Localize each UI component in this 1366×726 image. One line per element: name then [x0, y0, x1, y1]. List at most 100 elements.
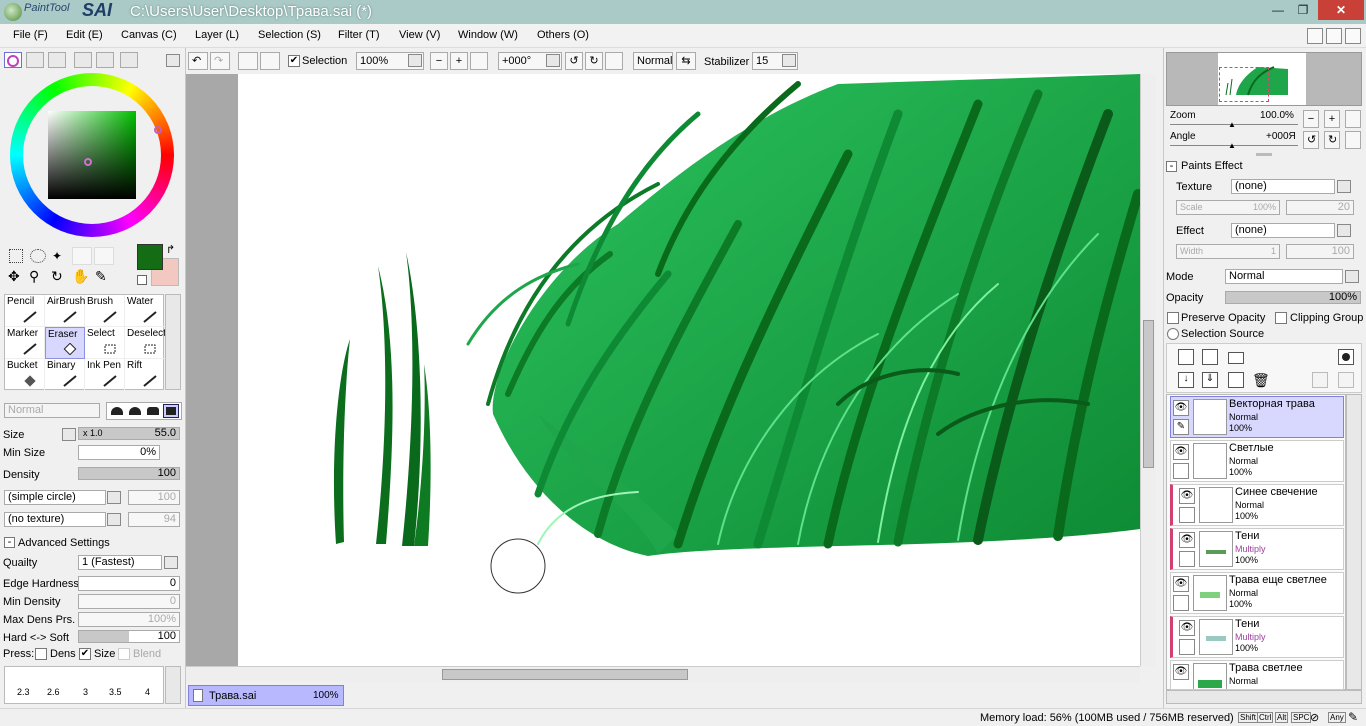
menu-edit[interactable]: Edit (E) [66, 29, 103, 41]
lasso-select-icon[interactable] [30, 249, 46, 263]
panel-dropdown-icon[interactable] [166, 54, 180, 67]
rotate-right-icon[interactable]: ↻ [585, 52, 603, 70]
layer-lock-slot[interactable] [1179, 507, 1195, 523]
max-dens-prs-field[interactable]: 100% [78, 612, 180, 627]
panel-splitter[interactable] [1256, 153, 1272, 156]
rotate-icon[interactable]: ↻ [51, 268, 63, 285]
color-wheel-tab-icon[interactable] [4, 52, 22, 68]
palette-tab-icon[interactable] [96, 52, 114, 68]
layer-lock-slot[interactable] [1179, 639, 1195, 655]
layer-row[interactable]: 👁 Синее свечение Normal 100% [1170, 484, 1344, 526]
eyedropper-icon[interactable]: ✎ [95, 268, 107, 285]
drawing-canvas[interactable] [238, 74, 1140, 666]
visibility-eye-icon[interactable]: 👁 [1179, 620, 1195, 636]
menu-layer[interactable]: Layer (L) [195, 29, 239, 41]
zoom-dropdown-icon[interactable] [408, 54, 422, 67]
zoom-reset-icon[interactable] [470, 52, 488, 70]
clipping-group-checkbox[interactable] [1275, 312, 1287, 324]
mdi-minimize-button[interactable] [1307, 28, 1323, 44]
tool-pencil[interactable]: Pencil [5, 295, 45, 327]
visibility-eye-icon[interactable]: 👁 [1179, 488, 1195, 504]
brush-shape-select[interactable]: (simple circle) [4, 490, 106, 505]
scale-strength-field[interactable]: 20 [1286, 200, 1354, 215]
layer-row[interactable]: 👁 Тени Multiply 100% [1170, 528, 1344, 570]
menu-selection[interactable]: Selection (S) [258, 29, 321, 41]
edge-hardness-field[interactable]: 0 [78, 576, 180, 591]
layer-brush-icon[interactable]: ✎ [1173, 419, 1189, 435]
tool-select[interactable]: Select [85, 327, 125, 359]
rotate-left-icon[interactable]: ↺ [565, 52, 583, 70]
tool-rift[interactable]: Rift [125, 359, 165, 391]
quality-dropdown-icon[interactable] [164, 556, 178, 569]
menu-filter[interactable]: Filter (T) [338, 29, 380, 41]
canvas-vertical-scrollbar[interactable] [1140, 74, 1156, 666]
brush-texture-value[interactable]: 94 [128, 512, 180, 527]
width-strength-field[interactable]: 100 [1286, 244, 1354, 259]
maximize-button[interactable]: ❐ [1290, 0, 1316, 20]
mdi-restore-button[interactable] [1326, 28, 1342, 44]
nav-zoom-out-icon[interactable]: − [1303, 110, 1319, 128]
saturation-value-square[interactable] [48, 111, 136, 199]
new-folder-icon[interactable] [1228, 352, 1244, 364]
brush-shape-value[interactable]: 100 [128, 490, 180, 505]
layer-lock-slot[interactable] [1173, 463, 1189, 479]
size-preset[interactable]: 2.3 [17, 687, 30, 697]
clear-layer-icon[interactable] [1228, 372, 1244, 388]
tool-grid-scrollbar[interactable] [165, 294, 181, 390]
stabilizer-dropdown-icon[interactable] [782, 54, 796, 67]
layer-mode-dropdown-icon[interactable] [1345, 270, 1359, 283]
brush-texture-dropdown-icon[interactable] [107, 513, 121, 526]
layers-scrollbar[interactable] [1346, 394, 1362, 690]
press-blend-checkbox[interactable] [118, 648, 130, 660]
new-layer-icon[interactable] [1178, 349, 1194, 365]
nav-zoom-thumb[interactable]: ▲ [1228, 120, 1236, 129]
menu-file[interactable]: File (F) [13, 29, 48, 41]
zoom-icon[interactable]: ⚲ [29, 268, 39, 285]
visibility-eye-icon[interactable]: 👁 [1179, 532, 1195, 548]
texture-select[interactable]: (none) [1231, 179, 1335, 194]
layer-lock-slot[interactable] [1173, 595, 1189, 611]
swap-colors-icon[interactable]: ↱ [166, 243, 175, 256]
selection-checkbox[interactable]: ✔ [288, 55, 300, 67]
layer-lock-slot[interactable] [1179, 551, 1195, 567]
tool-binary[interactable]: Binary [45, 359, 85, 391]
new-linework-layer-icon[interactable] [1202, 349, 1218, 365]
preserve-opacity-checkbox[interactable] [1167, 312, 1179, 324]
edge-hard-icon[interactable] [147, 407, 159, 415]
menu-view[interactable]: View (V) [399, 29, 440, 41]
rotate-reset-icon[interactable] [605, 52, 623, 70]
visibility-eye-icon[interactable]: 👁 [1173, 576, 1189, 592]
nav-rotate-right-icon[interactable]: ↻ [1324, 131, 1340, 149]
nav-rotate-reset-icon[interactable] [1345, 131, 1361, 149]
tool-bucket[interactable]: Bucket [5, 359, 45, 391]
layer-row[interactable]: 👁 ✎ Векторная трава Normal 100% [1170, 396, 1344, 438]
rgb-slider-tab-icon[interactable] [26, 52, 44, 68]
tool-marker[interactable]: Marker [5, 327, 45, 359]
hard-soft-slider[interactable]: 100 [78, 630, 180, 643]
swatches-tab-icon[interactable] [74, 52, 92, 68]
tool-ink-pen[interactable]: Ink Pen [85, 359, 125, 391]
canvas-horizontal-scrollbar[interactable] [186, 666, 1140, 682]
nav-rotate-left-icon[interactable]: ↺ [1303, 131, 1319, 149]
visibility-eye-icon[interactable]: 👁 [1173, 400, 1189, 416]
horizontal-scroll-thumb[interactable] [442, 669, 688, 680]
size-slider[interactable]: x 1.0 55.0 [78, 427, 180, 440]
transfer-down-icon[interactable]: ↓ [1178, 372, 1194, 388]
edge-soft-icon[interactable] [111, 407, 123, 415]
hsv-slider-tab-icon[interactable] [48, 52, 66, 68]
default-colors-icon[interactable] [137, 275, 147, 285]
edge-medium-icon[interactable] [129, 407, 141, 415]
delete-layer-icon[interactable]: 🗑 [1252, 372, 1270, 388]
undo-icon[interactable]: ↶ [188, 52, 208, 70]
brush-edge-selector[interactable] [106, 402, 182, 420]
navigator-view-rect[interactable] [1219, 67, 1269, 102]
brush-shape-dropdown-icon[interactable] [107, 491, 121, 504]
quality-select[interactable]: 1 (Fastest) [78, 555, 162, 570]
flip-horizontal-icon[interactable]: ⇆ [676, 52, 696, 70]
mdi-close-button[interactable] [1345, 28, 1361, 44]
hue-selector[interactable] [154, 126, 162, 134]
size-preset[interactable]: 2.6 [47, 687, 60, 697]
rect-select-icon[interactable] [9, 249, 23, 263]
size-preset[interactable]: 3 [83, 687, 88, 697]
min-density-field[interactable]: 0 [78, 594, 180, 609]
